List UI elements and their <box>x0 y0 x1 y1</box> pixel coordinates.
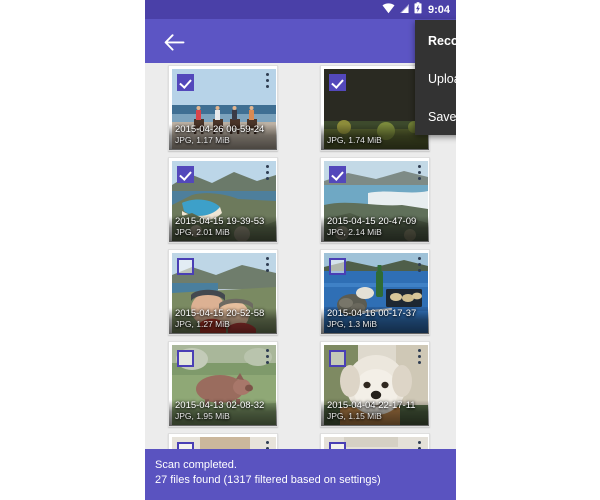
tile-checkbox[interactable] <box>329 258 346 275</box>
file-tile[interactable]: 2015-04-16 00-17-37 JPG, 1.3 MiB <box>320 249 430 335</box>
file-tile[interactable]: 2015-04-15 19-39-53 JPG, 2.01 MiB <box>168 157 278 243</box>
screenshot-canvas: 9:04 2015-04-26 00-59-24 JPG, 1.17 MiB J… <box>0 0 600 500</box>
tile-filemeta: JPG, 2.14 MiB <box>327 227 382 237</box>
grid-row: 2015-04-15 19-39-53 JPG, 2.01 MiB 2015-0… <box>145 155 456 247</box>
scan-status-bar: Scan completed. 27 files found (1317 fil… <box>145 449 456 500</box>
tile-caption: JPG, 1.74 MiB <box>324 134 426 147</box>
tile-caption: 2015-04-15 19-39-53 JPG, 2.01 MiB <box>172 215 274 239</box>
grid-row: 2015-04-15 20-52-58 JPG, 1.27 MiB 2015-0… <box>145 247 456 339</box>
phone-screenshot: 9:04 2015-04-26 00-59-24 JPG, 1.17 MiB J… <box>145 0 456 500</box>
tile-caption: 2015-04-16 00-17-37 JPG, 1.3 MiB <box>324 307 426 331</box>
overflow-menu-icon[interactable] <box>266 165 270 183</box>
tile-caption: 2015-04-26 00-59-24 JPG, 1.17 MiB <box>172 123 274 147</box>
tile-filemeta: JPG, 1.15 MiB <box>327 411 382 421</box>
overflow-menu-icon[interactable] <box>418 441 422 449</box>
overflow-menu-icon[interactable] <box>266 441 270 449</box>
wifi-icon <box>382 1 395 19</box>
tile-checkbox[interactable] <box>329 166 346 183</box>
tile-caption: 2015-04-04 22-17-11 JPG, 1.15 MiB <box>324 399 426 423</box>
overflow-menu-icon[interactable] <box>266 257 270 275</box>
tile-checkbox[interactable] <box>177 350 194 367</box>
tile-filename: 2015-04-04 22-17-11 <box>327 400 416 411</box>
tile-caption: 2015-04-13 02-08-32 JPG, 1.95 MiB <box>172 399 274 423</box>
grid-row: 2015-04-13 02-08-32 JPG, 1.95 MiB 2015-0… <box>145 339 456 431</box>
tile-filemeta: JPG, 1.17 MiB <box>175 135 230 145</box>
menu-item-save-locally[interactable]: Save selected files locally <box>415 98 456 136</box>
cell-signal-icon <box>399 1 410 19</box>
file-tile[interactable] <box>168 433 278 449</box>
tile-checkbox[interactable] <box>177 166 194 183</box>
file-tile[interactable]: 2015-04-15 20-52-58 JPG, 1.27 MiB <box>168 249 278 335</box>
android-status-bar: 9:04 <box>145 0 456 19</box>
back-arrow-icon[interactable] <box>161 29 187 55</box>
tile-checkbox[interactable] <box>177 442 194 449</box>
app-bar <box>145 19 456 63</box>
grid-row: 2015-04-26 00-59-24 JPG, 1.17 MiB JPG, 1… <box>145 63 456 155</box>
file-grid[interactable]: 2015-04-26 00-59-24 JPG, 1.17 MiB JPG, 1… <box>145 63 456 449</box>
tile-checkbox[interactable] <box>329 350 346 367</box>
tile-filename: 2015-04-15 19-39-53 <box>175 216 265 227</box>
menu-item-upload-ftp[interactable]: Upload selected files to FTP <box>415 60 456 98</box>
file-tile[interactable]: 2015-04-13 02-08-32 JPG, 1.95 MiB <box>168 341 278 427</box>
tile-filemeta: JPG, 1.74 MiB <box>327 135 382 145</box>
file-tile[interactable] <box>320 433 430 449</box>
tile-checkbox[interactable] <box>177 258 194 275</box>
tile-filemeta: JPG, 1.95 MiB <box>175 411 230 421</box>
scan-status-line2: 27 files found (1317 filtered based on s… <box>155 474 381 486</box>
tile-filename: 2015-04-13 02-08-32 <box>175 400 265 411</box>
status-bar-clock: 9:04 <box>427 3 450 16</box>
tile-filename: 2015-04-26 00-59-24 <box>175 124 265 135</box>
overflow-menu-icon[interactable] <box>418 349 422 367</box>
file-tile[interactable]: 2015-04-26 00-59-24 JPG, 1.17 MiB <box>168 65 278 151</box>
overflow-popup-menu[interactable]: Recover selected files… Upload selected … <box>415 20 456 135</box>
file-tile[interactable]: 2015-04-04 22-17-11 JPG, 1.15 MiB <box>320 341 430 427</box>
tile-filemeta: JPG, 1.3 MiB <box>327 319 378 329</box>
tile-caption: 2015-04-15 20-52-58 JPG, 1.27 MiB <box>172 307 274 331</box>
tile-filemeta: JPG, 2.01 MiB <box>175 227 230 237</box>
tile-checkbox[interactable] <box>329 442 346 449</box>
menu-item-recover[interactable]: Recover selected files… <box>415 22 456 60</box>
grid-row <box>145 431 456 449</box>
battery-charging-icon <box>414 1 422 19</box>
tile-filename: 2015-04-16 00-17-37 <box>327 308 417 319</box>
tile-checkbox[interactable] <box>329 74 346 91</box>
overflow-menu-icon[interactable] <box>266 349 270 367</box>
tile-filename: 2015-04-15 20-52-58 <box>175 308 265 319</box>
overflow-menu-icon[interactable] <box>418 165 422 183</box>
tile-caption: 2015-04-15 20-47-09 JPG, 2.14 MiB <box>324 215 426 239</box>
scan-status-line1: Scan completed. <box>155 459 237 471</box>
tile-filename: 2015-04-15 20-47-09 <box>327 216 417 227</box>
file-tile[interactable]: 2015-04-15 20-47-09 JPG, 2.14 MiB <box>320 157 430 243</box>
tile-filemeta: JPG, 1.27 MiB <box>175 319 230 329</box>
overflow-menu-icon[interactable] <box>418 257 422 275</box>
overflow-menu-icon[interactable] <box>266 73 270 91</box>
file-tile[interactable]: JPG, 1.74 MiB <box>320 65 430 151</box>
tile-checkbox[interactable] <box>177 74 194 91</box>
